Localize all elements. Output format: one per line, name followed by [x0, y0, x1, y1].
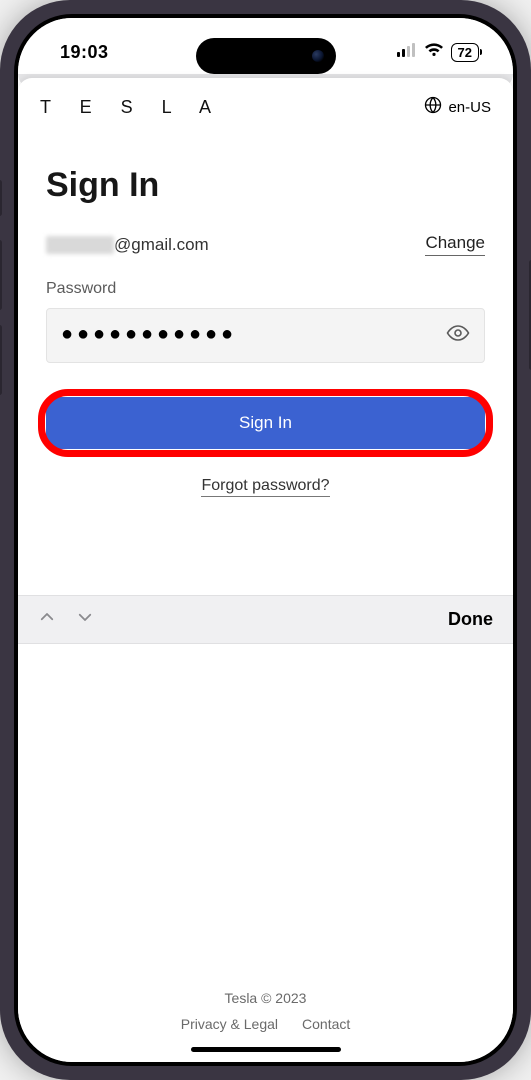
- footer-contact-link[interactable]: Contact: [302, 1016, 350, 1032]
- wifi-icon: [424, 43, 444, 62]
- eye-icon[interactable]: [446, 321, 470, 350]
- phone-side-button: [0, 180, 2, 216]
- modal-sheet: T E S L A en-US Sign In @gmail.com: [18, 78, 513, 1062]
- cellular-icon: [397, 43, 417, 62]
- password-label: Password: [46, 280, 485, 298]
- password-input[interactable]: [61, 324, 446, 347]
- dynamic-island: [196, 38, 336, 74]
- page-title: Sign In: [46, 166, 485, 205]
- globe-icon: [424, 96, 442, 118]
- chevron-down-icon[interactable]: [76, 608, 94, 631]
- language-label: en-US: [448, 99, 491, 116]
- phone-side-button: [0, 325, 2, 395]
- forgot-password-link[interactable]: Forgot password?: [201, 477, 329, 497]
- sign-in-button[interactable]: Sign In: [46, 397, 485, 449]
- email-domain: @gmail.com: [114, 235, 209, 255]
- keyboard-done-button[interactable]: Done: [448, 609, 493, 630]
- status-time: 19:03: [60, 42, 109, 63]
- home-indicator[interactable]: [191, 1047, 341, 1052]
- footer-privacy-link[interactable]: Privacy & Legal: [181, 1016, 278, 1032]
- email-display: @gmail.com: [46, 235, 209, 255]
- battery-level: 72: [454, 45, 476, 60]
- keyboard-accessory-bar: Done: [18, 595, 513, 644]
- phone-frame: 19:03 72 T E S L A: [0, 0, 531, 1080]
- password-field-wrap[interactable]: [46, 308, 485, 363]
- email-redacted: [46, 236, 114, 254]
- change-email-link[interactable]: Change: [425, 233, 485, 256]
- chevron-up-icon[interactable]: [38, 608, 56, 631]
- tesla-logo: T E S L A: [40, 97, 223, 118]
- footer-copyright: Tesla © 2023: [18, 990, 513, 1006]
- phone-side-button: [0, 240, 2, 310]
- language-selector[interactable]: en-US: [424, 96, 491, 118]
- battery-indicator: 72: [451, 43, 479, 62]
